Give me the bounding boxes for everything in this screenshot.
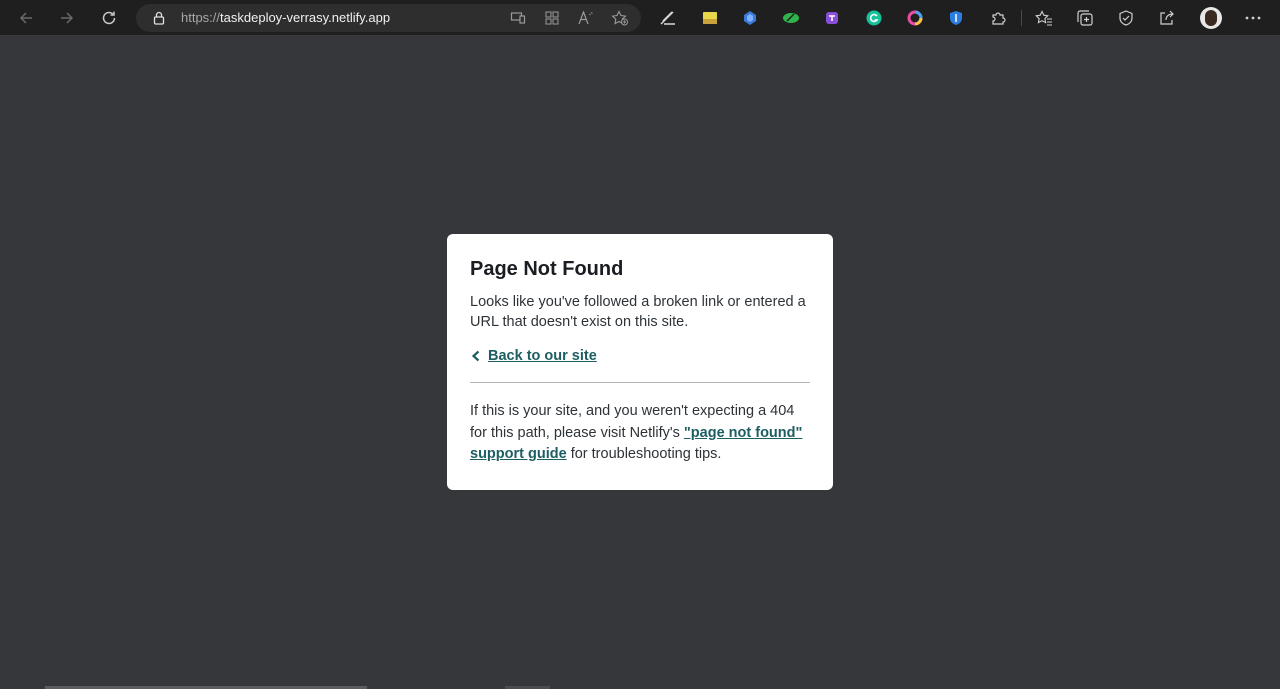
add-favorite-icon[interactable] — [610, 8, 630, 28]
footer-text: If this is your site, and you weren't ex… — [470, 401, 810, 466]
blue-extension-icon[interactable] — [740, 8, 760, 28]
grid-icon[interactable] — [542, 8, 562, 28]
refresh-button[interactable] — [95, 4, 123, 32]
avatar-face — [1205, 10, 1217, 26]
toolbar-separator — [1021, 10, 1022, 26]
browser-essentials-icon[interactable] — [1116, 8, 1136, 28]
app-available-icon[interactable] — [508, 8, 528, 28]
more-menu-icon[interactable] — [1243, 8, 1263, 28]
address-bar[interactable]: https://taskdeploy-verrasy.netlify.app — [136, 4, 641, 32]
forward-icon — [61, 12, 74, 24]
chevron-left-icon — [471, 350, 480, 362]
lock-icon[interactable] — [152, 11, 166, 25]
pen-extension-icon[interactable] — [658, 8, 678, 28]
footer-post-text: for troubleshooting tips. — [566, 446, 722, 462]
sticky-notes-extension-icon[interactable] — [700, 8, 720, 28]
back-button[interactable] — [12, 4, 40, 32]
divider — [470, 382, 810, 383]
purple-extension-icon[interactable] — [822, 8, 842, 28]
profile-avatar[interactable] — [1200, 7, 1222, 29]
back-icon — [19, 12, 32, 24]
back-link-row: Back to our site — [470, 346, 810, 366]
not-found-card: Page Not Found Looks like you've followe… — [447, 234, 833, 490]
url-protocol: https:// — [181, 10, 221, 25]
share-icon[interactable] — [1157, 8, 1177, 28]
forward-button[interactable] — [53, 4, 81, 32]
page-title: Page Not Found — [470, 258, 624, 280]
error-message: Looks like you've followed a broken link… — [470, 294, 806, 330]
url-text[interactable]: https://taskdeploy-verrasy.netlify.app — [181, 10, 390, 25]
shield-extension-icon[interactable] — [946, 8, 966, 28]
browser-toolbar: https://taskdeploy-verrasy.netlify.app — [0, 0, 1280, 36]
puzzle-extensions-icon[interactable] — [988, 8, 1008, 28]
grammarly-extension-icon[interactable] — [864, 8, 884, 28]
green-extension-icon[interactable] — [781, 8, 801, 28]
read-aloud-icon[interactable] — [576, 8, 596, 28]
url-host: taskdeploy-verrasy.netlify.app — [220, 10, 391, 25]
back-to-site-link[interactable]: Back to our site — [488, 346, 597, 366]
collections-icon[interactable] — [1075, 8, 1095, 28]
favorites-icon[interactable] — [1034, 8, 1054, 28]
refresh-icon — [102, 11, 116, 25]
color-ring-extension-icon[interactable] — [905, 8, 925, 28]
